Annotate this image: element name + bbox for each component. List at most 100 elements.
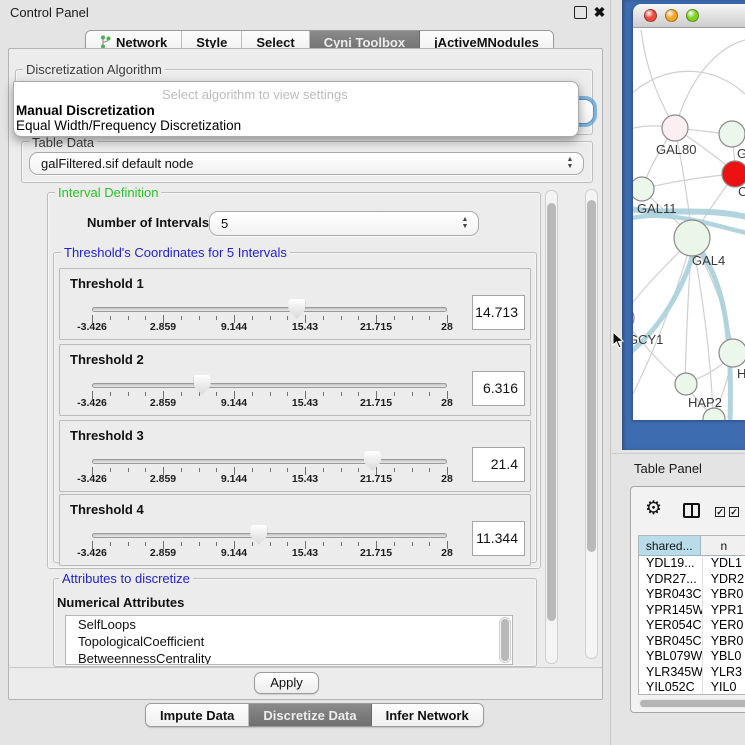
network-node[interactable] — [633, 177, 654, 201]
network-node[interactable] — [674, 220, 710, 256]
split-view-icon[interactable] — [683, 503, 700, 518]
slider-thumb[interactable] — [364, 451, 381, 471]
num-intervals-combo[interactable]: 5 ▲▼ — [209, 211, 479, 236]
table-cell: YBR0 — [703, 587, 745, 603]
threshold-panel: Threshold 1-3.4262.8599.14415.4321.71528… — [59, 268, 531, 340]
threshold-value-field[interactable]: 6.316 — [472, 371, 525, 406]
slider-tick — [394, 316, 395, 320]
table-row[interactable]: YLR345WYLR3 — [639, 665, 745, 681]
slider-scale-label: 28 — [441, 547, 453, 559]
table-cell: YLR345W — [639, 665, 703, 681]
attribute-item[interactable]: SelfLoops — [66, 616, 512, 633]
settings-scrollbar[interactable] — [545, 190, 558, 664]
attributes-list-scrollbar[interactable] — [499, 617, 511, 663]
table-row[interactable]: YDL19...YDL1 — [639, 556, 745, 572]
slider-tick — [429, 316, 430, 320]
network-node[interactable] — [633, 306, 634, 330]
network-view-frame: GAL80GCGAL11GAL4GCY1HHAP2 — [622, 0, 745, 450]
slider-tick — [287, 316, 288, 320]
slider-track[interactable] — [92, 307, 447, 312]
slider-track[interactable] — [92, 459, 447, 464]
slider-tick — [110, 542, 111, 546]
slider-tick — [199, 392, 200, 396]
network-window-titlebar[interactable] — [633, 4, 745, 28]
slider-track[interactable] — [92, 533, 447, 538]
network-edge — [675, 40, 745, 128]
table-row[interactable]: YER054CYER0 — [639, 618, 745, 634]
thresholds-group-label: Threshold's Coordinates for 5 Intervals — [61, 245, 290, 260]
gear-icon[interactable]: ⚙ — [645, 499, 662, 518]
slider-tick — [412, 392, 413, 396]
network-node[interactable] — [662, 115, 688, 141]
slider-tick — [199, 542, 200, 546]
slider-tick — [341, 316, 342, 320]
table-data-group-label: Table Data — [29, 135, 97, 150]
network-node-label: C — [738, 184, 745, 199]
tab-impute-data[interactable]: Impute Data — [146, 704, 249, 726]
slider-thumb[interactable] — [250, 525, 267, 545]
slider-thumb[interactable] — [194, 375, 211, 395]
threshold-panel: Threshold 4-3.4262.8599.14415.4321.71528… — [59, 494, 531, 566]
tab-discretize-data[interactable]: Discretize Data — [249, 704, 371, 726]
table-row[interactable]: YBR043CYBR0 — [639, 587, 745, 603]
table-cell: YIL052C — [639, 680, 703, 695]
zoom-traffic-light-icon[interactable] — [686, 9, 699, 22]
minimize-traffic-light-icon[interactable] — [665, 9, 678, 22]
network-node[interactable] — [719, 121, 745, 147]
panel-scrollbar[interactable] — [585, 189, 598, 659]
slider-scale-label: -3.426 — [77, 547, 107, 559]
close-icon[interactable]: ✖ — [593, 6, 606, 19]
checkbox-checked-icon[interactable]: ✓ — [729, 507, 739, 517]
close-traffic-light-icon[interactable] — [644, 9, 657, 22]
algorithm-option[interactable]: Manual Discretization — [16, 103, 155, 118]
numerical-attributes-list[interactable]: SelfLoopsTopologicalCoefficientBetweenne… — [65, 615, 513, 665]
table-cell: YBR0 — [703, 634, 745, 650]
slider-tick — [287, 392, 288, 396]
network-node[interactable] — [675, 373, 697, 395]
network-node[interactable] — [719, 339, 745, 367]
slider-track[interactable] — [92, 383, 447, 388]
slider-tick — [412, 542, 413, 546]
table-row[interactable]: YBR045CYBR0 — [639, 634, 745, 650]
algorithm-option[interactable]: Equal Width/Frequency Discretization — [16, 118, 241, 133]
tab-label: Infer Network — [386, 708, 469, 723]
slider-tick — [323, 316, 324, 320]
slider-tick — [199, 316, 200, 320]
slider-tick — [323, 392, 324, 396]
threshold-value-field[interactable]: 11.344 — [472, 521, 525, 556]
network-icon — [100, 35, 111, 49]
network-window: GAL80GCGAL11GAL4GCY1HHAP2 — [633, 4, 745, 420]
table-column-header[interactable]: n — [701, 536, 745, 555]
table-column-header[interactable]: shared... — [639, 536, 701, 555]
slider-thumb[interactable] — [288, 299, 305, 319]
control-panel: Control Panel ✖ NetworkStyleSelectCyni T… — [0, 0, 611, 745]
checkbox-checked-icon[interactable]: ✓ — [715, 507, 725, 517]
panel-title: Control Panel — [10, 5, 89, 20]
table-row[interactable]: YDR27...YDR2 — [639, 572, 745, 588]
slider-scale-label: 15.43 — [292, 547, 318, 559]
slider-tick — [145, 468, 146, 472]
table-row[interactable]: YBL079WYBL0 — [639, 649, 745, 665]
slider-tick — [145, 542, 146, 546]
divider — [612, 453, 745, 454]
threshold-value-field[interactable]: 14.713 — [472, 295, 525, 330]
slider-scale-label: 28 — [441, 473, 453, 485]
tab-infer-network[interactable]: Infer Network — [372, 704, 483, 726]
table-horizontal-scrollbar[interactable] — [639, 699, 745, 708]
network-node-label: GAL4 — [692, 253, 725, 268]
attribute-item[interactable]: BetweennessCentrality — [66, 650, 512, 665]
network-node-label: HAP2 — [688, 395, 722, 410]
table-cell: YIL0 — [703, 680, 745, 695]
popup-hint: Select algorithm to view settings — [162, 87, 348, 102]
float-window-icon[interactable] — [574, 6, 587, 19]
threshold-value-field[interactable]: 21.4 — [472, 447, 525, 482]
attribute-item[interactable]: TopologicalCoefficient — [66, 633, 512, 650]
tab-label: Discretize Data — [263, 708, 356, 723]
apply-button[interactable]: Apply — [254, 672, 319, 694]
network-canvas[interactable]: GAL80GCGAL11GAL4GCY1HHAP2 — [633, 28, 745, 420]
slider-tick — [128, 316, 129, 320]
table-data-combo[interactable]: galFiltered.sif default node ▲▼ — [29, 152, 584, 175]
tab-label: Impute Data — [160, 708, 234, 723]
table-row[interactable]: YPR145WYPR1 — [639, 603, 745, 619]
table-row[interactable]: YIL052CYIL0 — [639, 680, 745, 695]
